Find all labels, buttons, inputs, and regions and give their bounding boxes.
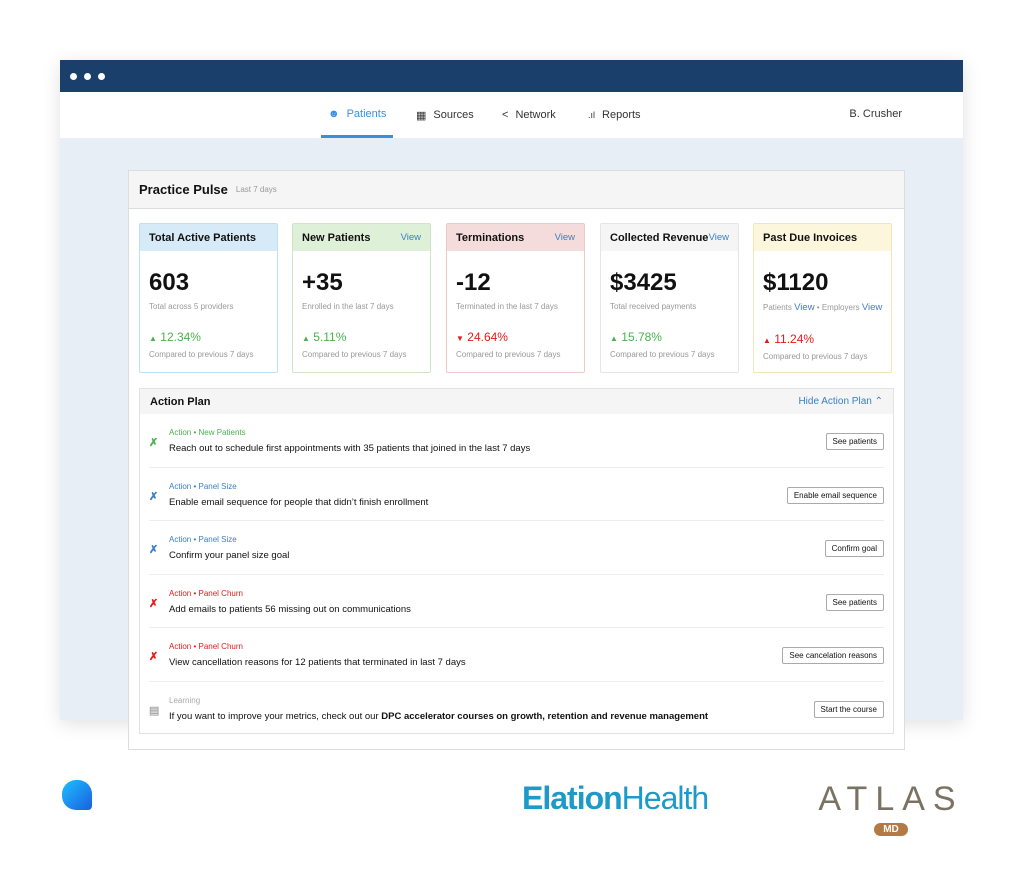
window-dot[interactable] — [70, 72, 77, 80]
stat-subtitle: Enrolled in the last 7 days — [302, 302, 394, 311]
action-text: Enable email sequence for people that di… — [169, 496, 429, 508]
arrow-up-icon: ▲ — [610, 334, 618, 343]
action-button[interactable]: See patients — [825, 433, 884, 450]
stat-card: Collected Revenue View $3425 Total receiv… — [600, 223, 739, 373]
period-label: Last 7 days — [235, 185, 277, 194]
stat-title: Past Due Invoices — [763, 231, 858, 244]
tab-patients[interactable]: ☻ Patients — [321, 92, 394, 138]
stat-title: Terminations — [456, 231, 525, 244]
tools-icon: ✗ — [149, 597, 159, 610]
tools-icon: ✗ — [149, 490, 159, 503]
stat-compare: Compared to previous 7 days — [763, 352, 868, 361]
action-plan: Action Plan Hide Action Plan ⌃ ✗ Action •… — [139, 388, 894, 734]
window-dot[interactable] — [98, 72, 105, 80]
stat-subtitle: Total received payments — [610, 302, 697, 311]
title-bar — [60, 60, 963, 92]
action-row: ✗ Action • Panel Churn View cancellation… — [149, 628, 884, 682]
heart-logo — [62, 780, 92, 810]
action-button[interactable]: See cancelation reasons — [782, 647, 884, 665]
action-button[interactable]: See patients — [825, 593, 884, 611]
book-icon: ▤ — [149, 704, 160, 717]
action-button[interactable]: Start the course — [813, 700, 884, 718]
stat-value: 603 — [149, 269, 190, 296]
action-row: ✗ Action • Panel Churn Add emails to pat… — [149, 575, 884, 629]
tab-network[interactable]: < Network — [502, 92, 556, 138]
atlas-md-logo: ATLAS MD — [818, 780, 964, 836]
patients-view-link[interactable]: View — [794, 302, 814, 313]
elation-health-logo: ElationHealth — [522, 780, 709, 816]
action-row: ✗ Action • New Patients Reach out to sch… — [149, 414, 884, 468]
action-text: If you want to improve your metrics, che… — [169, 710, 709, 722]
practice-pulse-card: Practice Pulse Last 7 days Total Active P… — [128, 170, 905, 750]
stat-change: ▼ 24.64% — [456, 330, 508, 344]
stat-card: Terminations View -12 Terminated in the l… — [446, 223, 585, 373]
arrow-up-icon: ▲ — [763, 336, 771, 345]
stat-change: ▲ 5.11% — [302, 330, 347, 344]
course-link[interactable]: DPC accelerator courses on growth, reten… — [381, 711, 708, 722]
stat-value: +35 — [302, 269, 343, 296]
action-row: ✗ Action • Panel Size Confirm your panel… — [149, 521, 884, 575]
stat-card: New Patients View +35 Enrolled in the las… — [292, 223, 431, 373]
stat-title: New Patients — [302, 231, 371, 244]
share-icon: < — [502, 109, 509, 121]
employers-view-link[interactable]: View — [862, 302, 882, 313]
stat-compare: Compared to previous 7 days — [149, 350, 254, 359]
action-tag: Action • Panel Size — [169, 535, 237, 545]
action-row: ✗ Action • Panel Size Enable email seque… — [149, 468, 884, 522]
view-link[interactable]: View — [555, 232, 575, 243]
tools-icon: ✗ — [149, 544, 159, 557]
stat-title: Collected Revenue — [610, 231, 709, 244]
action-text: View cancellation reasons for 12 patient… — [169, 657, 466, 669]
stat-subtitle: Patients View • Employers View — [763, 302, 883, 313]
stat-card: Total Active Patients 603 Total across 5… — [139, 223, 278, 373]
stat-value: $3425 — [610, 269, 677, 296]
window-dot[interactable] — [84, 72, 91, 80]
action-button[interactable]: Enable email sequence — [786, 486, 884, 504]
chevron-up-icon: ⌃ — [874, 396, 883, 407]
action-tag: Action • New Patients — [169, 428, 246, 437]
stat-title: Total Active Patients — [149, 231, 256, 244]
stat-compare: Compared to previous 7 days — [610, 350, 715, 359]
bar-chart-icon: .ıl — [588, 110, 596, 120]
building-icon: ▦ — [416, 109, 427, 122]
stat-compare: Compared to previous 7 days — [456, 350, 561, 359]
hide-action-plan-button[interactable]: Hide Action Plan ⌃ — [798, 396, 883, 407]
user-menu[interactable]: B. Crusher — [849, 108, 902, 120]
action-row: ▤ Learning If you want to improve your m… — [149, 682, 884, 736]
action-tag: Action • Panel Size — [169, 481, 237, 491]
stat-compare: Compared to previous 7 days — [302, 350, 407, 359]
stat-card: Past Due Invoices $1120 Patients View • … — [753, 223, 892, 373]
arrow-up-icon: ▲ — [149, 334, 157, 343]
top-nav: ☻ Patients ▦ Sources < Network .ıl Reports B… — [60, 92, 963, 138]
tools-icon: ✗ — [149, 437, 159, 449]
user-icon: ☻ — [328, 107, 340, 120]
tab-sources[interactable]: ▦ Sources — [416, 92, 474, 138]
page-title: Practice Pulse — [139, 182, 228, 197]
tab-reports[interactable]: .ıl Reports — [588, 92, 641, 138]
action-tag: Learning — [169, 695, 201, 705]
action-text: Confirm your panel size goal — [169, 550, 290, 562]
view-link[interactable]: View — [709, 232, 729, 243]
action-text: Add emails to patients 56 missing out on… — [169, 603, 411, 615]
arrow-down-icon: ▼ — [456, 334, 464, 343]
stat-change: ▲ 11.24% — [763, 332, 815, 346]
action-tag: Action • Panel Churn — [169, 642, 243, 652]
action-button[interactable]: Confirm goal — [824, 540, 884, 558]
stat-value: $1120 — [763, 269, 829, 296]
stat-value: -12 — [456, 269, 491, 296]
action-text: Reach out to schedule first appointments… — [169, 443, 531, 454]
view-link[interactable]: View — [401, 232, 421, 243]
arrow-up-icon: ▲ — [302, 334, 310, 343]
tools-icon: ✗ — [149, 651, 159, 664]
stat-subtitle: Terminated in the last 7 days — [456, 302, 558, 311]
stat-change: ▲ 15.78% — [610, 330, 662, 344]
stat-subtitle: Total across 5 providers — [149, 302, 234, 311]
action-tag: Action • Panel Churn — [169, 588, 243, 598]
action-plan-title: Action Plan — [150, 395, 211, 408]
stat-change: ▲ 12.34% — [149, 330, 201, 344]
